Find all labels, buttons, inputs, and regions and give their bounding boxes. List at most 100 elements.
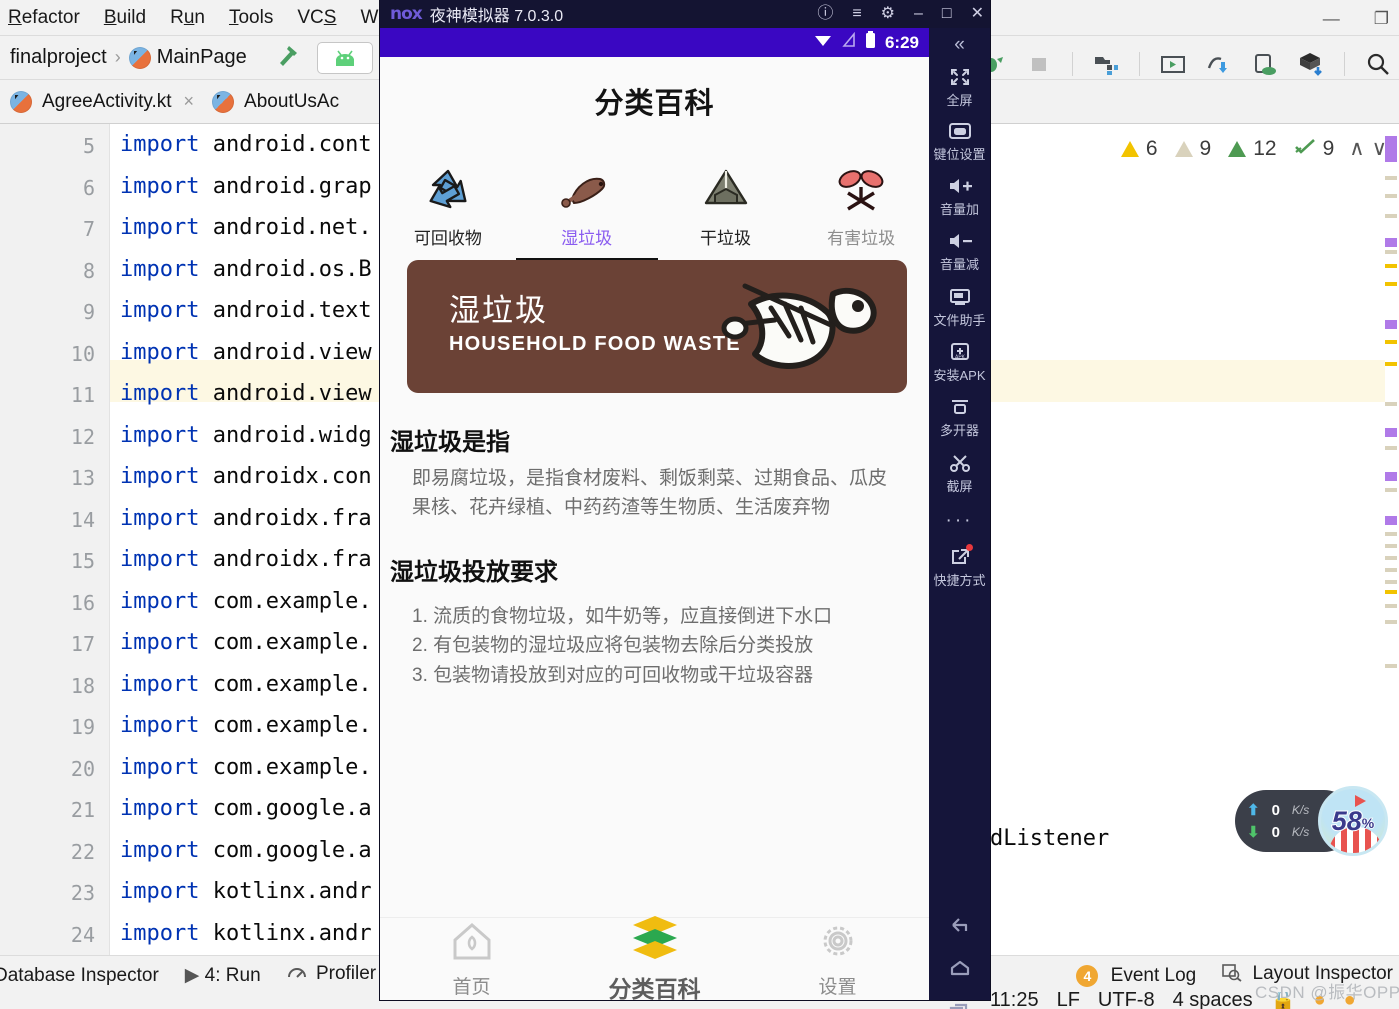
app-content[interactable]: 分类百科 可回收物 湿垃圾 干垃圾 有害垃圾 湿垃圾 HOUSEHOLD FOO… bbox=[380, 57, 929, 1002]
nav-back-button[interactable] bbox=[929, 914, 990, 936]
editor-marker[interactable] bbox=[1385, 362, 1397, 366]
code-line[interactable]: import com.example. bbox=[120, 755, 372, 780]
breadcrumb-file[interactable]: MainPage bbox=[157, 46, 247, 69]
code-line[interactable]: import androidx.con bbox=[120, 464, 372, 489]
settings-icon[interactable]: ⚙ bbox=[881, 6, 895, 22]
sdk-manager-icon[interactable] bbox=[1206, 51, 1232, 77]
sidebar-item-fullscreen[interactable]: 全屏 bbox=[929, 66, 990, 109]
help-icon[interactable]: ⓘ bbox=[817, 6, 833, 22]
close-icon[interactable]: × bbox=[184, 91, 195, 112]
code-line[interactable]: import com.example. bbox=[120, 713, 372, 738]
editor-marker[interactable] bbox=[1385, 402, 1397, 406]
nav-home-button[interactable] bbox=[929, 958, 990, 978]
sidebar-item-volume-up[interactable]: 音量加 bbox=[929, 175, 990, 218]
editor-tab-aboutus[interactable]: AboutUsAc bbox=[212, 90, 339, 113]
editor-marker[interactable] bbox=[1385, 532, 1397, 536]
run-config-selector[interactable] bbox=[316, 41, 373, 74]
sidebar-item-multi-instance[interactable]: 多开器 bbox=[929, 396, 990, 439]
editor-marker[interactable] bbox=[1385, 340, 1397, 344]
editor-marker-bar[interactable] bbox=[1385, 124, 1399, 955]
indent-setting[interactable]: 4 spaces bbox=[1173, 992, 1253, 1009]
sidebar-item-file-assistant[interactable]: 文件助手 bbox=[929, 286, 990, 329]
code-line[interactable]: import android.view bbox=[120, 340, 372, 365]
editor-marker[interactable] bbox=[1385, 194, 1397, 198]
editor-tab-agreeactivity[interactable]: AgreeActivity.kt × bbox=[10, 90, 195, 113]
category-tab-hazardous[interactable]: 有害垃圾 bbox=[793, 165, 929, 249]
collapse-sidebar-button[interactable]: « bbox=[929, 28, 990, 62]
menu-refactor[interactable]: Refactor bbox=[8, 7, 80, 29]
close-icon[interactable]: ✕ bbox=[971, 6, 984, 22]
gradle-sync-icon[interactable] bbox=[1298, 51, 1324, 77]
status-profiler[interactable]: Profiler bbox=[287, 963, 376, 988]
code-line[interactable]: import com.example. bbox=[120, 630, 372, 655]
code-line[interactable]: import kotlinx.andr bbox=[120, 879, 372, 904]
code-line[interactable]: import android.widg bbox=[120, 423, 372, 448]
nox-performance-badge[interactable]: 58 % bbox=[1318, 786, 1388, 856]
sidebar-item-install-apk[interactable]: APK 安装APK bbox=[929, 341, 990, 384]
editor-marker[interactable] bbox=[1385, 488, 1397, 492]
code-line[interactable]: import com.google.a bbox=[120, 796, 372, 821]
file-encoding[interactable]: UTF-8 bbox=[1098, 992, 1155, 1009]
editor-marker[interactable] bbox=[1385, 238, 1397, 247]
code-line[interactable]: import androidx.fra bbox=[120, 506, 372, 531]
editor-marker[interactable] bbox=[1385, 320, 1397, 329]
avd-manager-icon[interactable] bbox=[1160, 51, 1186, 77]
editor-marker[interactable] bbox=[1385, 620, 1397, 624]
category-tab-wet-waste[interactable]: 湿垃圾 bbox=[515, 165, 658, 261]
code-line[interactable]: import com.example. bbox=[120, 589, 372, 614]
sidebar-item-shortcut[interactable]: 快捷方式 bbox=[929, 544, 990, 589]
status-run[interactable]: ▶ 4: Run bbox=[185, 964, 261, 987]
sidebar-item-keymap[interactable]: 键位设置 bbox=[929, 120, 990, 163]
bottom-nav-encyclopedia[interactable]: 分类百科 bbox=[563, 916, 746, 1002]
menu-build[interactable]: Build bbox=[104, 7, 146, 29]
code-line[interactable]: import kotlinx.andr bbox=[120, 921, 372, 946]
editor-marker[interactable] bbox=[1385, 282, 1397, 286]
ide-minimize-icon[interactable]: — bbox=[1323, 10, 1340, 27]
menu-icon[interactable]: ≡ bbox=[852, 6, 861, 22]
sidebar-item-more[interactable]: ··· bbox=[929, 510, 990, 532]
editor-marker[interactable] bbox=[1385, 214, 1397, 218]
project-structure-icon[interactable] bbox=[1093, 51, 1119, 77]
editor-marker[interactable] bbox=[1385, 590, 1397, 594]
editor-marker[interactable] bbox=[1385, 446, 1397, 450]
status-database-inspector[interactable]: Database Inspector bbox=[0, 965, 159, 987]
prev-problem-icon[interactable]: ∧ bbox=[1349, 136, 1364, 161]
editor-marker[interactable] bbox=[1385, 250, 1397, 254]
editor-marker[interactable] bbox=[1385, 136, 1397, 162]
editor-marker[interactable] bbox=[1385, 176, 1397, 180]
code-line[interactable]: import android.grap bbox=[120, 174, 372, 199]
build-hammer-icon[interactable] bbox=[273, 40, 303, 75]
code-line[interactable]: import androidx.fra bbox=[120, 547, 372, 572]
category-tab-recyclable[interactable]: 可回收物 bbox=[380, 165, 516, 249]
caret-position[interactable]: 11:25 bbox=[990, 992, 1039, 1009]
editor-marker[interactable] bbox=[1385, 428, 1397, 437]
code-line[interactable]: import com.google.a bbox=[120, 838, 372, 863]
nav-recents-button[interactable] bbox=[929, 1000, 990, 1009]
line-separator[interactable]: LF bbox=[1057, 992, 1080, 1009]
android-device-screen[interactable]: 6:29 分类百科 可回收物 湿垃圾 干垃圾 有害垃圾 湿垃圾 HOUSEHOL… bbox=[380, 28, 929, 1002]
sidebar-item-volume-down[interactable]: 音量减 bbox=[929, 230, 990, 273]
code-line[interactable]: import com.example. bbox=[120, 672, 372, 697]
code-line[interactable]: import android.net. bbox=[120, 215, 372, 240]
editor-marker[interactable] bbox=[1385, 604, 1397, 608]
maximize-icon[interactable]: □ bbox=[942, 6, 952, 22]
bottom-nav-home[interactable]: 首页 bbox=[380, 918, 563, 1000]
menu-tools[interactable]: Tools bbox=[229, 7, 273, 29]
code-line[interactable]: import android.view bbox=[120, 381, 372, 406]
status-event-log[interactable]: 4 Event Log bbox=[1076, 964, 1196, 987]
inspection-summary[interactable]: 6 9 12 9 ∧ ∨ bbox=[1120, 136, 1387, 161]
search-icon[interactable] bbox=[1365, 51, 1391, 77]
editor-marker[interactable] bbox=[1385, 264, 1397, 268]
editor-marker[interactable] bbox=[1385, 580, 1397, 584]
editor-marker[interactable] bbox=[1385, 556, 1397, 560]
editor-marker[interactable] bbox=[1385, 472, 1397, 481]
editor-marker[interactable] bbox=[1385, 544, 1397, 548]
breadcrumb-project[interactable]: finalproject bbox=[10, 46, 107, 69]
minimize-icon[interactable]: – bbox=[914, 6, 923, 22]
menu-run[interactable]: Run bbox=[170, 7, 205, 29]
menu-vcs[interactable]: VCS bbox=[297, 7, 336, 29]
ide-restore-icon[interactable]: ❐ bbox=[1374, 10, 1389, 27]
code-line[interactable]: import android.text bbox=[120, 298, 372, 323]
editor-marker[interactable] bbox=[1385, 568, 1397, 572]
bottom-nav-settings[interactable]: 设置 bbox=[746, 918, 929, 1000]
